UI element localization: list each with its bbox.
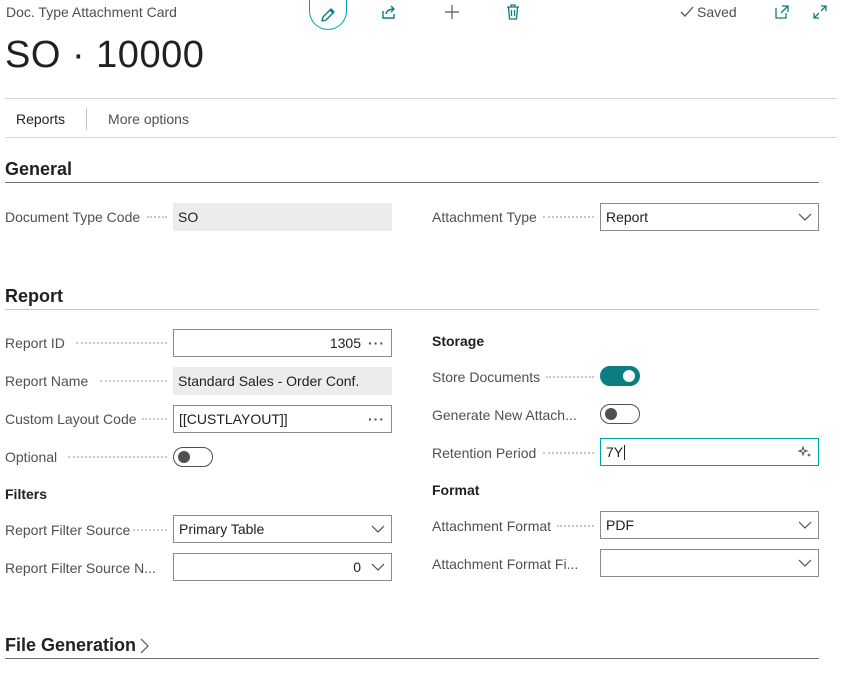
report-filter-source-no-select[interactable]: 0 [173, 553, 392, 581]
report-id-label: Report ID [5, 335, 65, 351]
attachment-type-value: Report [606, 209, 649, 225]
report-id-field[interactable]: 1305 ··· [173, 329, 392, 357]
checkmark-icon [680, 6, 694, 17]
report-section-title[interactable]: Report [5, 286, 63, 307]
chevron-down-icon [798, 559, 812, 567]
storage-heading: Storage [432, 333, 485, 349]
document-type-code-value: SO [178, 209, 199, 225]
attachment-type-select[interactable]: Report [600, 203, 819, 231]
share-button[interactable] [378, 2, 400, 22]
header-divider [5, 98, 837, 99]
edit-button[interactable] [309, 0, 347, 30]
general-section-title[interactable]: General [5, 159, 72, 180]
report-id-value: 1305 [329, 335, 361, 351]
general-section-rule [5, 182, 819, 183]
open-new-window-button[interactable] [772, 2, 792, 22]
retention-period-value: 7Y [606, 444, 624, 460]
custom-layout-code-value: [[CUSTLAYOUT]] [179, 411, 288, 427]
leader-dots [543, 216, 594, 218]
toggle-knob [623, 369, 635, 382]
report-filter-source-no-value: 0 [353, 559, 361, 575]
leader-dots [147, 216, 167, 218]
report-filter-source-select[interactable]: Primary Table [173, 515, 392, 543]
leader-dots [546, 376, 594, 378]
attachment-format-select[interactable]: PDF [600, 511, 819, 539]
action-separator [86, 107, 88, 130]
lookup-ellipsis-icon[interactable]: ··· [368, 335, 385, 351]
delete-button[interactable] [503, 1, 523, 23]
leader-dots [133, 529, 167, 531]
chevron-down-icon [371, 563, 385, 571]
page-type-caption: Doc. Type Attachment Card [6, 4, 177, 20]
save-status: Saved [680, 4, 737, 20]
toggle-knob [605, 407, 617, 420]
share-icon [382, 5, 395, 19]
store-documents-label: Store Documents [432, 369, 541, 385]
new-button[interactable] [441, 1, 463, 23]
save-status-label: Saved [697, 4, 737, 20]
report-filter-source-label: Report Filter Source [5, 522, 131, 538]
retention-period-label: Retention Period [432, 445, 537, 461]
generate-new-attach-toggle[interactable] [600, 404, 640, 424]
custom-layout-code-field[interactable]: [[CUSTLAYOUT]] ··· [173, 405, 392, 433]
attachment-format-fi-label: Attachment Format Fi... [432, 556, 579, 572]
custom-layout-code-label: Custom Layout Code [5, 411, 137, 427]
document-type-code-label: Document Type Code [5, 209, 141, 225]
file-generation-section-rule [5, 658, 819, 659]
chevron-right-icon [140, 638, 149, 653]
expand-icon [813, 5, 827, 19]
action-bar-divider [5, 137, 837, 138]
leader-dots [142, 418, 167, 420]
sparkle-icon[interactable] [798, 445, 812, 459]
leader-dots [557, 525, 594, 527]
action-bar: Reports More options [5, 100, 837, 137]
expand-button[interactable] [809, 1, 831, 23]
plus-icon [445, 5, 459, 19]
leader-dots [76, 342, 167, 344]
leader-dots [68, 456, 167, 458]
report-filter-source-no-label: Report Filter Source N... [5, 560, 156, 576]
more-options-action[interactable]: More options [97, 111, 200, 127]
report-name-label: Report Name [5, 373, 89, 389]
chevron-down-icon [371, 525, 385, 533]
format-heading: Format [432, 482, 480, 498]
store-documents-toggle[interactable] [600, 366, 640, 386]
text-cursor [624, 444, 626, 460]
toggle-knob [178, 450, 190, 463]
attachment-format-value: PDF [606, 517, 634, 533]
report-name-field: Standard Sales - Order Conf. [173, 367, 392, 395]
report-name-value: Standard Sales - Order Conf. [178, 373, 360, 389]
lookup-ellipsis-icon[interactable]: ··· [368, 411, 385, 427]
optional-label: Optional [5, 449, 58, 465]
pencil-icon [321, 7, 335, 22]
generate-new-attach-label: Generate New Attach... [432, 407, 577, 423]
chevron-down-icon [798, 521, 812, 529]
file-generation-section-header[interactable]: File Generation [5, 635, 149, 656]
filters-heading: Filters [5, 486, 48, 502]
attachment-type-label: Attachment Type [432, 209, 537, 225]
open-in-new-window-icon [775, 5, 789, 19]
reports-action[interactable]: Reports [5, 111, 76, 127]
record-title: SO · 10000 [5, 34, 205, 76]
document-type-code-field: SO [173, 203, 392, 231]
report-section-rule [5, 309, 819, 310]
chevron-down-icon [798, 213, 812, 221]
attachment-format-fi-select[interactable] [600, 549, 819, 577]
file-generation-section-title: File Generation [5, 635, 137, 655]
optional-toggle[interactable] [173, 447, 213, 467]
retention-period-input[interactable]: 7Y [600, 438, 819, 466]
leader-dots [100, 380, 167, 382]
attachment-format-label: Attachment Format [432, 518, 552, 534]
trash-icon [507, 4, 519, 20]
leader-dots [543, 452, 594, 454]
report-filter-source-value: Primary Table [179, 521, 265, 537]
